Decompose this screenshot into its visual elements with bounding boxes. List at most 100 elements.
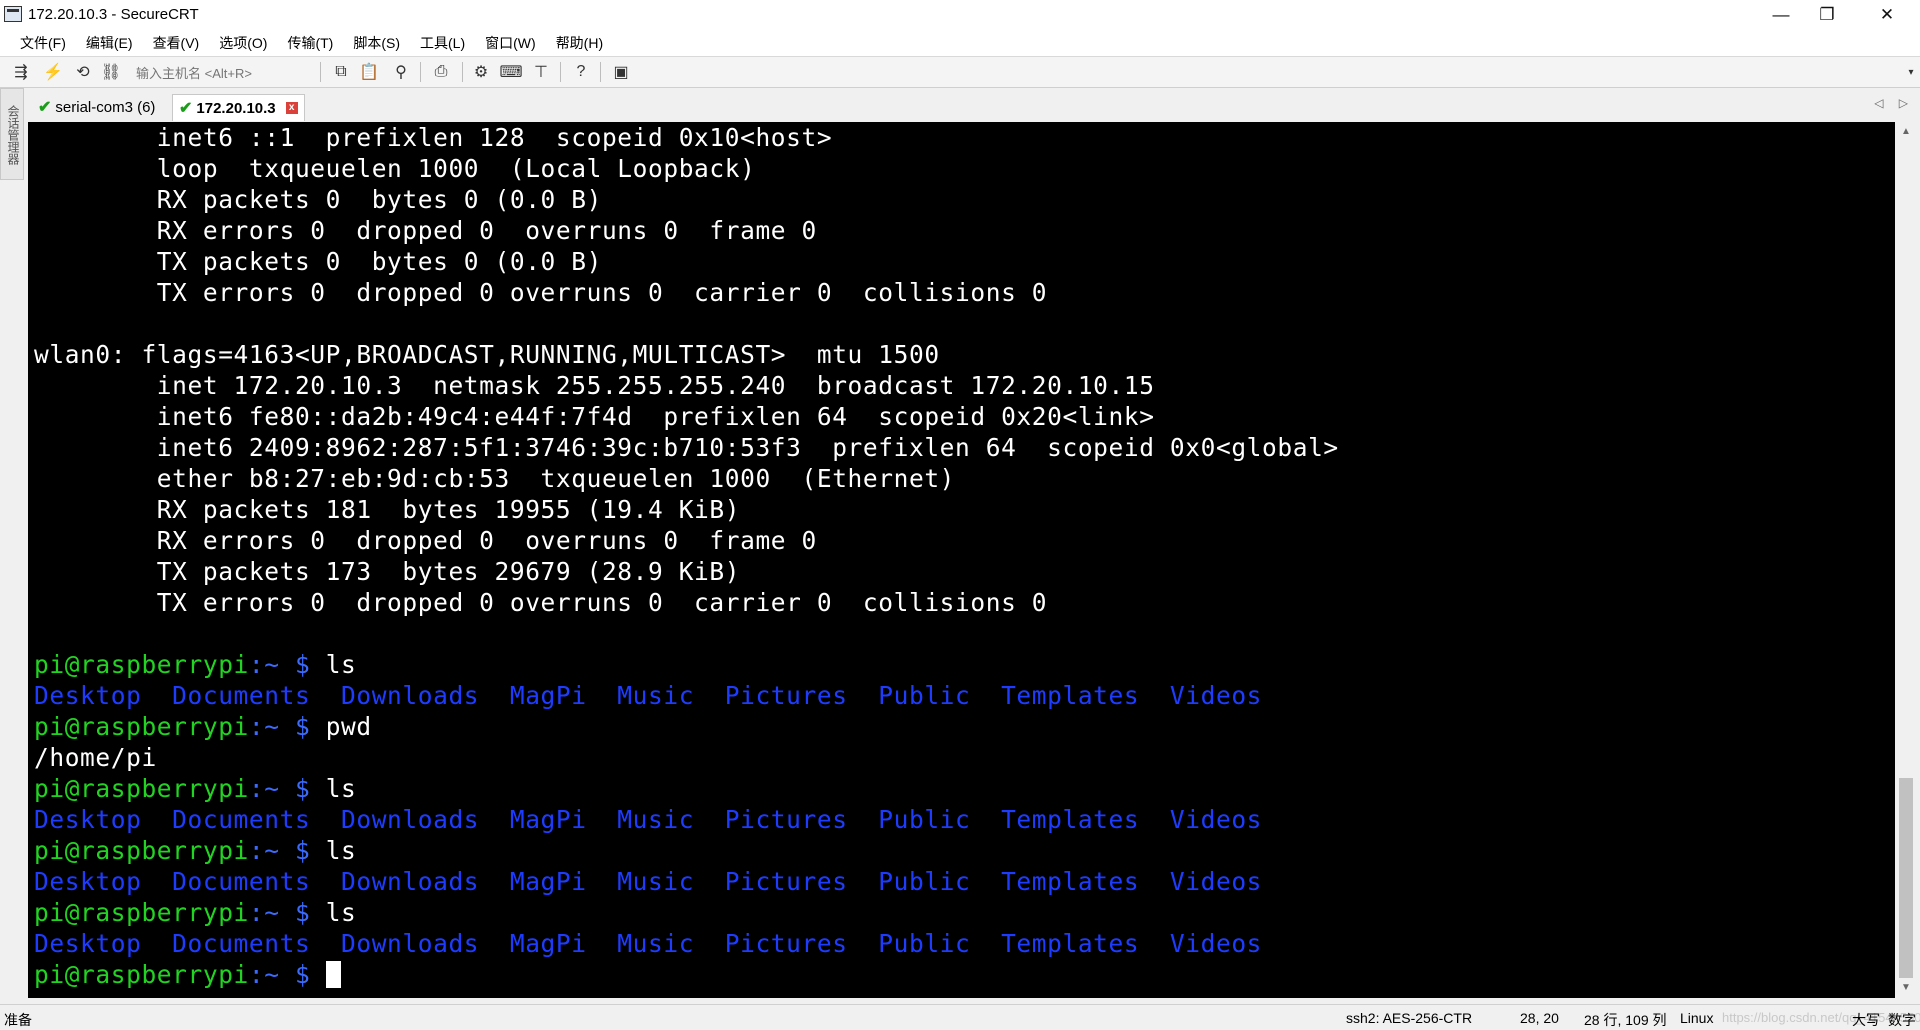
terminal-line: inet 172.20.10.3 netmask 255.255.255.240… bbox=[34, 371, 1155, 400]
terminal-line: ether b8:27:eb:9d:cb:53 txqueuelen 1000 … bbox=[34, 464, 956, 493]
scroll-up-arrow-icon[interactable]: ▲ bbox=[1896, 122, 1916, 142]
status-cursor-position: 28, 20 bbox=[1520, 1010, 1559, 1026]
menu-options[interactable]: 选项(O) bbox=[209, 30, 277, 56]
tab-label: 172.20.10.3 bbox=[196, 99, 276, 117]
terminal-line: TX errors 0 dropped 0 overruns 0 carrier… bbox=[34, 278, 1048, 307]
menu-window[interactable]: 窗口(W) bbox=[475, 30, 546, 56]
prompt-user: pi@raspberrypi bbox=[34, 712, 249, 741]
scrollbar-thumb[interactable] bbox=[1899, 778, 1913, 978]
terminal-line: inet6 ::1 prefixlen 128 scopeid 0x10<hos… bbox=[34, 123, 833, 152]
toolbar-separator bbox=[462, 62, 463, 82]
close-window-button[interactable]: ✕ bbox=[1864, 0, 1910, 30]
dir-listing: Desktop Documents Downloads MagPi Music … bbox=[34, 681, 1263, 710]
prompt-path: ~ bbox=[264, 960, 280, 989]
terminal-scrollbar[interactable]: ▲ ▼ bbox=[1896, 122, 1916, 998]
prompt-line: pi@raspberrypi:~ $ pwd bbox=[34, 711, 1895, 742]
prompt-line: pi@raspberrypi:~ $ ls bbox=[34, 835, 1895, 866]
terminal-line: RX packets 181 bytes 19955 (19.4 KiB) bbox=[34, 495, 741, 524]
disconnect-icon[interactable]: ⛓ bbox=[100, 61, 122, 83]
host-input[interactable] bbox=[136, 63, 312, 83]
minimize-button[interactable]: — bbox=[1758, 0, 1804, 30]
tab-navigation: ◁ ▷ bbox=[1862, 96, 1908, 110]
prompt-separator: : bbox=[248, 960, 265, 989]
terminal-line: RX errors 0 dropped 0 overruns 0 frame 0 bbox=[34, 216, 817, 245]
help-icon[interactable]: ? bbox=[570, 61, 592, 83]
toolbar-separator bbox=[600, 62, 601, 82]
command-text: ls bbox=[325, 836, 357, 865]
menu-script[interactable]: 脚本(S) bbox=[343, 30, 410, 56]
status-cipher: ssh2: AES-256-CTR bbox=[1346, 1010, 1473, 1026]
settings-gear-icon[interactable]: ⚙ bbox=[470, 61, 492, 83]
menu-transfer[interactable]: 传输(T) bbox=[277, 30, 343, 56]
prompt-line: pi@raspberrypi:~ $ ls bbox=[34, 773, 1895, 804]
prompt-symbol: $ bbox=[279, 960, 326, 989]
dir-listing: Desktop Documents Downloads MagPi Music … bbox=[34, 805, 1263, 834]
status-ready: 准备 bbox=[4, 1012, 32, 1028]
prompt-path: ~ bbox=[264, 836, 280, 865]
terminal-line: wlan0: flags=4163<UP,BROADCAST,RUNNING,M… bbox=[34, 340, 940, 369]
command-text: pwd bbox=[325, 712, 372, 741]
menu-file[interactable]: 文件(F) bbox=[10, 30, 76, 56]
terminal-line: inet6 fe80::da2b:49c4:e44f:7f4d prefixle… bbox=[34, 402, 1155, 431]
current-prompt-line[interactable]: pi@raspberrypi:~ $ bbox=[34, 959, 1895, 990]
reconnect-icon[interactable]: ⟲ bbox=[72, 61, 94, 83]
terminal-line: loop txqueuelen 1000 (Local Loopback) bbox=[34, 154, 756, 183]
quick-connect-icon[interactable]: ⚡ bbox=[42, 61, 64, 83]
terminal-line: TX packets 173 bytes 29679 (28.9 KiB) bbox=[34, 557, 741, 586]
menu-view[interactable]: 查看(V) bbox=[143, 30, 210, 56]
restore-button[interactable]: ❐ bbox=[1804, 0, 1850, 30]
tab-next-icon[interactable]: ▷ bbox=[1899, 96, 1908, 110]
prompt-user: pi@raspberrypi bbox=[34, 774, 249, 803]
terminal-line: TX errors 0 dropped 0 overruns 0 carrier… bbox=[34, 588, 1048, 617]
pwd-output: /home/pi bbox=[34, 743, 157, 772]
menu-bar: 文件(F) 编辑(E) 查看(V) 选项(O) 传输(T) 脚本(S) 工具(L… bbox=[0, 30, 1920, 56]
menu-tools[interactable]: 工具(L) bbox=[410, 30, 475, 56]
tab-bar: ✔ serial-com3 (6) ✔ 172.20.10.3 x ◁ ▷ bbox=[28, 92, 1920, 122]
prompt-line: pi@raspberrypi:~ $ ls bbox=[34, 649, 1895, 680]
print-icon[interactable]: ⎙ bbox=[430, 61, 452, 83]
status-dimensions: 28 行, 109 列 bbox=[1584, 1012, 1667, 1028]
prompt-separator: : bbox=[248, 836, 265, 865]
prompt-line: pi@raspberrypi:~ $ ls bbox=[34, 897, 1895, 928]
prompt-user: pi@raspberrypi bbox=[34, 960, 249, 989]
menu-help[interactable]: 帮助(H) bbox=[546, 30, 613, 56]
session-manager-panel[interactable]: 会话管理器 bbox=[0, 88, 24, 180]
find-icon[interactable]: ⚲ bbox=[390, 61, 412, 83]
command-text: ls bbox=[325, 774, 357, 803]
prompt-symbol: $ bbox=[279, 650, 326, 679]
toolbar-separator bbox=[420, 62, 421, 82]
session-manager-label: 会话管理器 bbox=[6, 105, 20, 165]
prompt-symbol: $ bbox=[279, 898, 326, 927]
connect-icon[interactable]: ⇶ bbox=[10, 61, 32, 83]
terminal-cursor bbox=[325, 961, 341, 988]
keymap-icon[interactable]: ⌨ bbox=[499, 61, 522, 83]
tab-172-20-10-3[interactable]: ✔ 172.20.10.3 x bbox=[172, 94, 305, 121]
dir-listing: Desktop Documents Downloads MagPi Music … bbox=[34, 867, 1263, 896]
status-caps: 大写 bbox=[1852, 1012, 1880, 1028]
terminal-screen[interactable]: inet6 ::1 prefixlen 128 scopeid 0x10<hos… bbox=[28, 122, 1895, 998]
tab-prev-icon[interactable]: ◁ bbox=[1874, 96, 1883, 110]
window-title: 172.20.10.3 - SecureCRT bbox=[28, 6, 199, 23]
sftp-icon[interactable]: ⊤ bbox=[530, 61, 552, 83]
prompt-separator: : bbox=[248, 650, 265, 679]
tab-label: serial-com3 (6) bbox=[55, 98, 156, 116]
image-icon[interactable]: ▣ bbox=[610, 61, 632, 83]
prompt-path: ~ bbox=[264, 774, 280, 803]
status-os: Linux bbox=[1680, 1010, 1714, 1026]
terminal-line: RX packets 0 bytes 0 (0.0 B) bbox=[34, 185, 602, 214]
tab-serial-com3[interactable]: ✔ serial-com3 (6) bbox=[32, 94, 161, 120]
scroll-down-arrow-icon[interactable]: ▼ bbox=[1896, 978, 1916, 998]
prompt-path: ~ bbox=[264, 898, 280, 927]
close-tab-icon[interactable]: x bbox=[285, 102, 298, 114]
toolbar-overflow-icon[interactable]: ▾ bbox=[1900, 61, 1920, 83]
status-bar: 准备 ssh2: AES-256-CTR 28, 20 28 行, 109 列 … bbox=[0, 1004, 1920, 1030]
copy-icon[interactable]: ⧉ bbox=[330, 61, 352, 83]
toolbar: ⇶ ⚡ ⟲ ⛓ ⧉ 📋 ⚲ ⎙ ⚙ ⌨ ⊤ ? ▣ ▾ bbox=[0, 56, 1920, 88]
command-text: ls bbox=[325, 650, 357, 679]
menu-edit[interactable]: 编辑(E) bbox=[76, 30, 143, 56]
terminal-line: inet6 2409:8962:287:5f1:3746:39c:b710:53… bbox=[34, 433, 1339, 462]
paste-icon[interactable]: 📋 bbox=[358, 61, 380, 83]
prompt-symbol: $ bbox=[279, 712, 326, 741]
prompt-path: ~ bbox=[264, 650, 280, 679]
